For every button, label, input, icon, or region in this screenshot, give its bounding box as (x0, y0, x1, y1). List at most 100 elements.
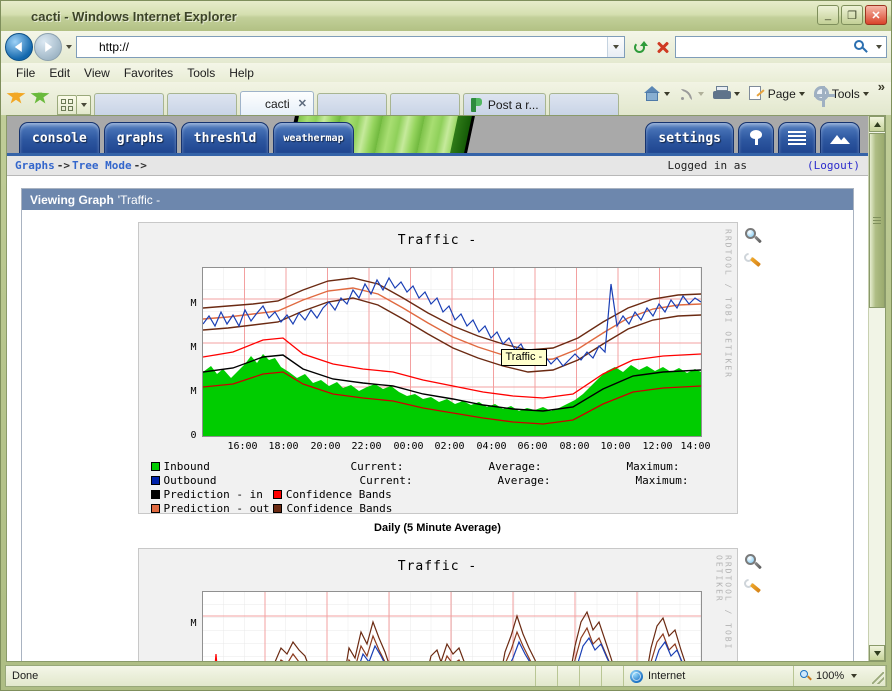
print-chevron-down-icon[interactable] (733, 91, 740, 96)
menu-favorites[interactable]: Favorites (117, 66, 180, 80)
tools-menu-button[interactable]: Tools (812, 86, 876, 107)
navigation-toolbar: http:// (1, 31, 891, 63)
x-tick: 16:00 (227, 441, 258, 452)
legend-label-confidence-brown: Confidence Bands (286, 501, 393, 515)
tab-label: cacti (265, 96, 290, 111)
x-tick: 22:00 (351, 441, 382, 452)
graph-plot-svg (202, 592, 701, 661)
gear-icon (813, 86, 835, 107)
home-button[interactable] (641, 85, 677, 102)
scrollbar-thumb[interactable] (869, 133, 885, 308)
tools-chevron-down-icon[interactable] (862, 91, 869, 96)
nav-tab-list[interactable] (778, 122, 816, 153)
graph-title: Traffic - (397, 233, 478, 248)
browser-tab-post[interactable]: Post a r... (462, 93, 546, 115)
legend-swatch-prediction-in (150, 489, 160, 499)
menu-view[interactable]: View (77, 66, 117, 80)
search-provider-chevron-down-icon[interactable] (876, 45, 882, 49)
address-bar[interactable]: http:// (76, 36, 625, 58)
menu-tools[interactable]: Tools (180, 66, 222, 80)
status-spacer (602, 666, 624, 686)
y-axis-label: M (190, 618, 197, 629)
word-document-icon (470, 98, 484, 112)
browser-window: cacti - Windows Internet Explorer _ ❐ ✕ … (0, 0, 892, 691)
recent-pages-chevron-down-icon[interactable] (66, 45, 72, 49)
page-content: Viewing Graph 'Traffic - Traffic - RRDTO… (7, 176, 868, 661)
address-input[interactable]: http:// (99, 40, 607, 54)
panel-title-value: 'Traffic - (117, 192, 161, 207)
graph-zoom-magnify-icon[interactable] (743, 553, 765, 575)
maximize-button[interactable]: ❐ (841, 5, 863, 25)
tab-list-chevron-down-icon[interactable] (77, 95, 91, 115)
browser-tab[interactable] (94, 93, 164, 115)
favorites-center-icon[interactable] (6, 87, 26, 108)
nav-tab-threshld[interactable]: threshld (180, 122, 270, 153)
feeds-chevron-down-icon[interactable] (697, 91, 704, 96)
panel-title-bar: Viewing Graph 'Traffic - (22, 189, 853, 210)
print-button[interactable] (711, 86, 747, 101)
zoom-level-label: 100% (816, 670, 845, 682)
scroll-down-button[interactable] (869, 645, 885, 661)
scroll-up-button[interactable] (869, 116, 885, 132)
search-box[interactable] (675, 36, 887, 58)
menu-help[interactable]: Help (222, 66, 261, 80)
graph-settings-wrench-icon[interactable] (743, 252, 765, 274)
tab-close-icon[interactable]: ✕ (298, 97, 307, 110)
refresh-button[interactable] (629, 36, 651, 58)
search-icon[interactable] (850, 36, 872, 58)
feeds-button[interactable] (677, 86, 711, 102)
menu-edit[interactable]: Edit (42, 66, 77, 80)
browser-tab[interactable] (548, 93, 619, 115)
legend-label-prediction-in: Prediction - in (163, 487, 263, 501)
stop-button[interactable] (651, 36, 673, 58)
plot-area (201, 591, 702, 661)
forward-button[interactable] (34, 33, 62, 61)
close-button[interactable]: ✕ (865, 5, 887, 25)
add-to-favorites-icon[interactable] (30, 87, 50, 108)
nav-tab-weathermap[interactable]: weathermap (273, 122, 354, 153)
page-menu-label: Page (767, 86, 796, 101)
home-chevron-down-icon[interactable] (663, 91, 670, 96)
graph-actions (743, 227, 765, 274)
graph-plot-svg (202, 268, 701, 436)
tab-bar: cacti ✕ Post a r... Page Tools » (1, 79, 891, 115)
breadcrumb: Graphs -> Tree Mode -> Logged in as (Log… (7, 156, 868, 176)
back-button[interactable] (5, 33, 33, 61)
graph-zoom-magnify-icon[interactable] (743, 227, 765, 249)
nav-tab-console[interactable]: console (19, 122, 100, 153)
nav-tab-preview[interactable] (820, 122, 860, 153)
graph-actions (743, 553, 765, 600)
page-chevron-down-icon[interactable] (798, 91, 805, 96)
rss-feed-icon (679, 86, 695, 102)
browser-tab[interactable] (316, 93, 387, 115)
legend-average-inbound: Average: (488, 459, 542, 473)
security-zone[interactable]: Internet (624, 666, 794, 686)
quick-tabs-icon[interactable] (57, 95, 77, 115)
breadcrumb-graphs[interactable]: Graphs (15, 159, 55, 172)
nav-tab-tree[interactable] (738, 122, 774, 153)
legend-label-prediction-out: Prediction - out (163, 501, 270, 515)
menu-file[interactable]: File (9, 66, 42, 80)
browser-tab[interactable] (389, 93, 460, 115)
printer-icon (712, 86, 731, 101)
tree-icon (748, 130, 764, 146)
page-scrollbar[interactable] (868, 116, 885, 661)
quick-tabs-group: cacti ✕ Post a r... (57, 82, 619, 115)
nav-tab-graphs[interactable]: graphs (103, 122, 177, 153)
address-chevron-down-icon[interactable] (607, 37, 624, 57)
x-tick: 14:00 (680, 441, 711, 452)
minimize-button[interactable]: _ (817, 5, 839, 25)
zoom-chevron-down-icon[interactable] (851, 674, 858, 678)
command-bar-overflow-icon[interactable]: » (878, 77, 885, 94)
resize-grip[interactable] (872, 672, 884, 684)
page-menu-button[interactable]: Page (747, 86, 812, 101)
breadcrumb-separator: -> (133, 159, 147, 172)
browser-tab-cacti[interactable]: cacti ✕ (240, 91, 314, 115)
graph-settings-wrench-icon[interactable] (743, 578, 765, 600)
nav-tab-settings[interactable]: settings (645, 122, 734, 153)
breadcrumb-tree-mode[interactable]: Tree Mode (72, 159, 132, 172)
mountain-graph-icon (830, 132, 850, 144)
browser-tab[interactable] (167, 93, 237, 115)
logout-link[interactable]: (Logout) (807, 159, 860, 172)
panel-title-prefix: Viewing Graph (30, 192, 114, 207)
